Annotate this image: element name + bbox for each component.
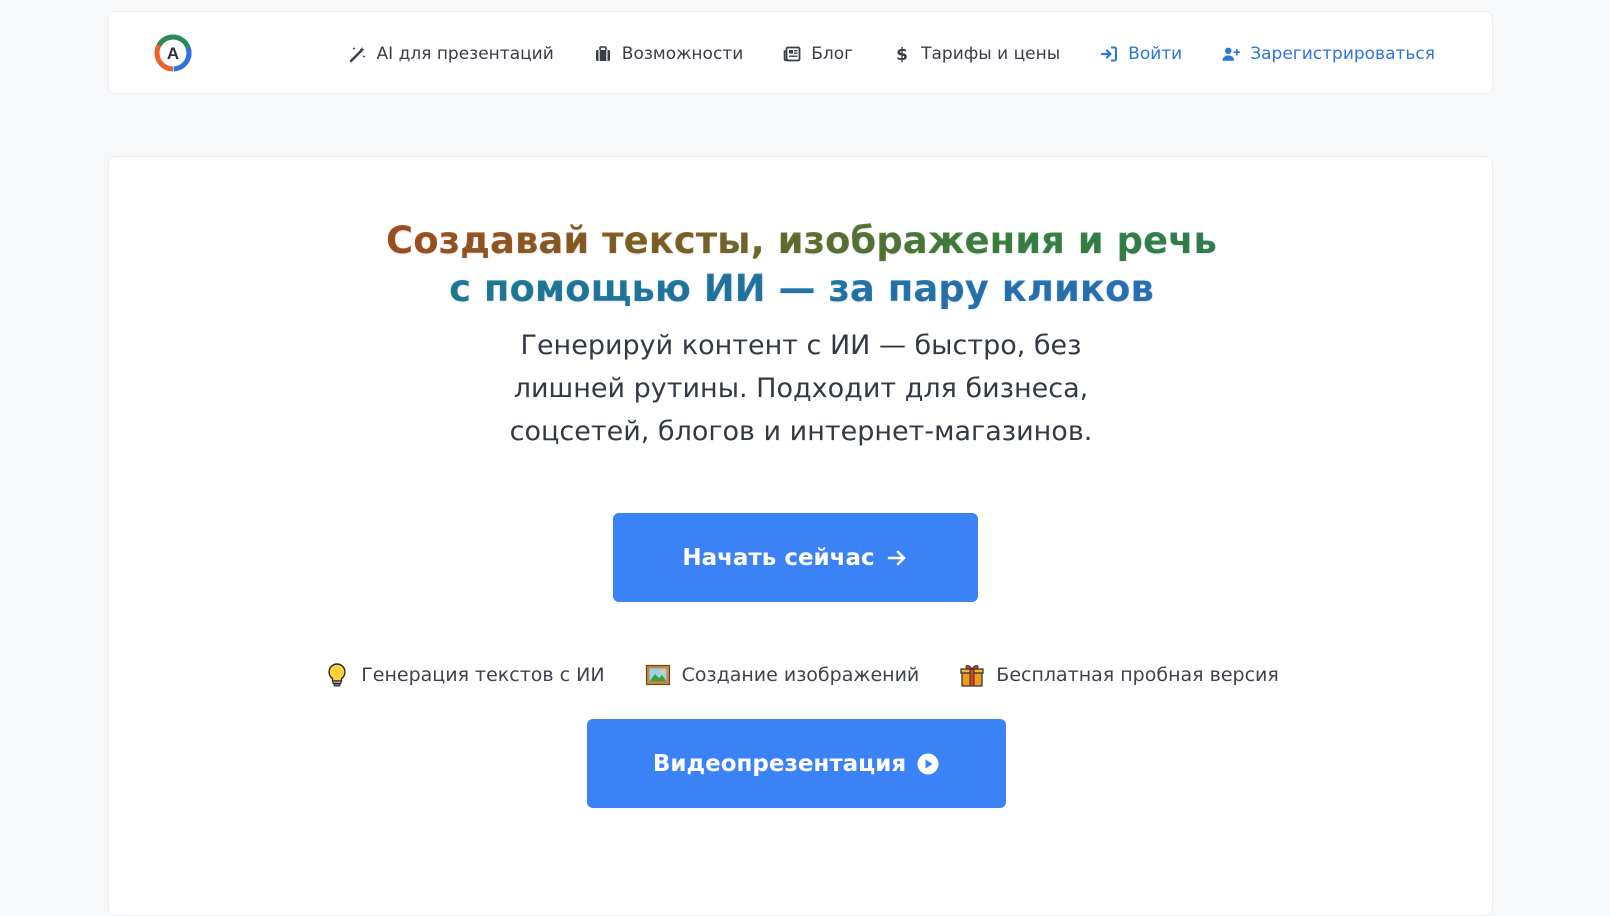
nav-blog-label: Блог (811, 43, 854, 64)
navbar: A AI для презентаций Возможности Блог $ … (108, 11, 1493, 94)
nav-pricing[interactable]: $ Тарифы и цены (893, 44, 1060, 64)
briefcase-icon (595, 45, 610, 61)
nav-links: AI для презентаций Возможности Блог $ Та… (349, 12, 1435, 95)
headline-line-2: с помощью ИИ — за пару кликов (109, 265, 1494, 313)
feature-item: Генерация текстов с ИИ (324, 662, 605, 688)
feature-label: Бесплатная пробная версия (996, 664, 1279, 686)
logo-letter: A (167, 44, 179, 63)
arrow-right-icon (887, 550, 905, 565)
user-plus-icon (1222, 47, 1241, 61)
nav-features[interactable]: Возможности (594, 44, 743, 64)
feature-label: Генерация текстов с ИИ (361, 664, 605, 686)
nav-register[interactable]: Зарегистрироваться (1222, 44, 1435, 64)
framed-picture-icon (645, 664, 670, 686)
headline-line-1: Создавай тексты, изображения и речь (109, 217, 1494, 265)
nav-register-label: Зарегистрироваться (1250, 43, 1435, 64)
logo-icon[interactable]: A (153, 33, 193, 73)
nav-login[interactable]: Войти (1100, 44, 1182, 64)
hero-section: Создавай тексты, изображения и речь с по… (108, 156, 1493, 916)
nav-ai-presentations-label: AI для презентаций (376, 43, 554, 64)
start-now-button[interactable]: Начать сейчас (613, 513, 978, 602)
nav-features-label: Возможности (621, 43, 744, 64)
newspaper-icon (783, 46, 801, 61)
feature-label: Создание изображений (681, 664, 920, 686)
feature-item: Бесплатная пробная версия (959, 662, 1279, 688)
nav-pricing-label: Тарифы и цены (921, 43, 1061, 64)
start-now-label: Начать сейчас (682, 544, 875, 571)
play-circle-icon (917, 753, 939, 774)
hero-headline: Создавай тексты, изображения и речь с по… (109, 217, 1494, 313)
lightbulb-icon (328, 663, 346, 687)
nav-ai-presentations[interactable]: AI для презентаций (349, 44, 554, 64)
feature-item: Создание изображений (645, 662, 920, 688)
dollar-icon: $ (896, 45, 908, 63)
gift-icon (960, 665, 984, 687)
sign-in-icon (1101, 46, 1118, 61)
nav-login-label: Войти (1128, 43, 1183, 64)
video-presentation-label: Видеопрезентация (652, 750, 907, 777)
video-presentation-button[interactable]: Видеопрезентация (587, 719, 1006, 808)
hero-subtitle: Генерируй контент с ИИ — быстро, без лиш… (509, 330, 1093, 447)
magic-wand-icon (349, 46, 366, 62)
svg-text:$: $ (896, 45, 908, 63)
feature-list: Генерация текстов с ИИ Создание изображе… (109, 662, 1494, 688)
nav-blog[interactable]: Блог (783, 44, 853, 64)
